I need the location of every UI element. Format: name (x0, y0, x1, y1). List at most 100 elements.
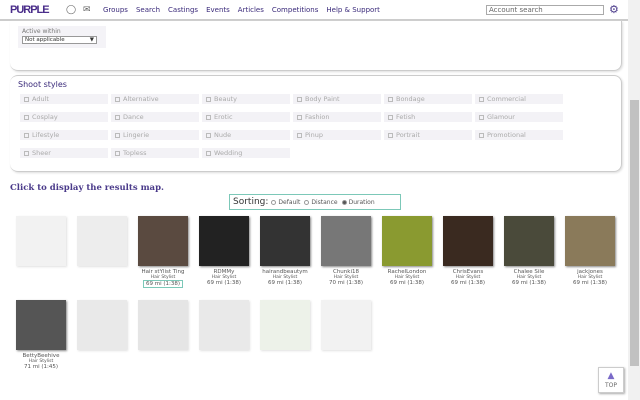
style-checkbox[interactable]: Promotional (475, 130, 563, 140)
profile-photo[interactable] (16, 300, 66, 350)
checkbox-icon[interactable] (115, 151, 120, 156)
profile-photo[interactable] (504, 216, 554, 266)
profile-photo[interactable] (321, 300, 371, 350)
radio-icon[interactable] (271, 199, 277, 205)
style-checkbox[interactable]: Lifestyle (20, 130, 108, 140)
style-checkbox[interactable]: Pinup (293, 130, 381, 140)
nav-link[interactable]: Castings (168, 6, 198, 14)
style-checkbox[interactable]: Lingerie (111, 130, 199, 140)
profile-photo[interactable] (443, 216, 493, 266)
style-checkbox[interactable]: Alternative (111, 94, 199, 104)
style-checkbox[interactable]: Nude (202, 130, 290, 140)
result-card[interactable]: Chalee Sile Hair Stylist 69 mi (1:38) (500, 216, 558, 286)
profile-photo[interactable] (260, 216, 310, 266)
sort-option[interactable]: Duration (341, 199, 375, 206)
radio-icon[interactable] (304, 199, 310, 205)
chat-icon[interactable]: ◯ (66, 5, 76, 15)
style-label: Lingerie (123, 131, 150, 139)
style-checkbox[interactable]: Fetish (384, 112, 472, 122)
style-checkbox[interactable]: Sheer (20, 148, 108, 158)
checkbox-icon[interactable] (24, 133, 29, 138)
profile-photo[interactable] (77, 300, 127, 350)
style-checkbox[interactable]: Fashion (293, 112, 381, 122)
result-card[interactable] (317, 300, 375, 353)
result-card[interactable] (195, 300, 253, 353)
nav-link[interactable]: Competitions (272, 6, 318, 14)
style-checkbox[interactable]: Cosplay (20, 112, 108, 122)
profile-photo[interactable] (260, 300, 310, 350)
profile-photo[interactable] (199, 300, 249, 350)
checkbox-icon[interactable] (388, 97, 393, 102)
checkbox-icon[interactable] (388, 133, 393, 138)
profile-photo[interactable] (77, 216, 127, 266)
checkbox-icon[interactable] (24, 97, 29, 102)
back-to-top-button[interactable]: ▲ TOP (598, 367, 624, 393)
result-card[interactable] (12, 216, 70, 269)
arrow-up-icon: ▲ (607, 371, 615, 381)
checkbox-icon[interactable] (297, 115, 302, 120)
result-card[interactable]: BettyBeehive Hair Stylist 71 mi (1:45) (12, 300, 70, 370)
result-card[interactable]: Hair stYlist Ting Hair Stylist 69 mi (1:38… (134, 216, 192, 288)
style-checkbox[interactable]: Bondage (384, 94, 472, 104)
checkbox-icon[interactable] (206, 151, 211, 156)
gear-icon[interactable]: ⚙ (609, 3, 619, 16)
style-checkbox[interactable]: Commercial (475, 94, 563, 104)
result-card[interactable] (256, 300, 314, 353)
result-card[interactable]: jackjones Hair Stylist 69 mi (1:38) (561, 216, 619, 286)
checkbox-icon[interactable] (388, 115, 393, 120)
result-card[interactable]: hairandbeautym Hair Stylist 69 mi (1:38) (256, 216, 314, 286)
profile-photo[interactable] (382, 216, 432, 266)
mail-icon[interactable]: ✉ (83, 5, 91, 15)
style-checkbox[interactable]: Body Paint (293, 94, 381, 104)
style-checkbox[interactable]: Wedding (202, 148, 290, 158)
result-card[interactable]: RachelLondon Hair Stylist 69 mi (1:38) (378, 216, 436, 286)
checkbox-icon[interactable] (479, 97, 484, 102)
sorting-box: Sorting: Default Distance Duration (229, 194, 401, 210)
style-checkbox[interactable]: Topless (111, 148, 199, 158)
result-card[interactable] (73, 300, 131, 353)
profile-photo[interactable] (199, 216, 249, 266)
result-card[interactable]: RDMMy Hair Stylist 69 mi (1:38) (195, 216, 253, 286)
style-checkbox[interactable]: Beauty (202, 94, 290, 104)
profile-photo[interactable] (565, 216, 615, 266)
profile-photo[interactable] (138, 216, 188, 266)
account-search-input[interactable]: Account search (486, 5, 604, 15)
style-checkbox[interactable]: Portrait (384, 130, 472, 140)
checkbox-icon[interactable] (24, 151, 29, 156)
result-card[interactable]: ChrisEvans Hair Stylist 69 mi (1:38) (439, 216, 497, 286)
checkbox-icon[interactable] (115, 115, 120, 120)
result-card[interactable] (134, 300, 192, 353)
nav-link[interactable]: Events (206, 6, 230, 14)
profile-photo[interactable] (16, 216, 66, 266)
checkbox-icon[interactable] (206, 97, 211, 102)
nav-link[interactable]: Groups (103, 6, 128, 14)
sort-option[interactable]: Distance (304, 199, 338, 206)
style-checkbox[interactable]: Dance (111, 112, 199, 122)
nav-link[interactable]: Articles (238, 6, 264, 14)
nav-link[interactable]: Search (136, 6, 160, 14)
checkbox-icon[interactable] (206, 133, 211, 138)
style-checkbox[interactable]: Glamour (475, 112, 563, 122)
nav-link[interactable]: Help & Support (326, 6, 380, 14)
profile-photo[interactable] (138, 300, 188, 350)
style-checkbox[interactable]: Erotic (202, 112, 290, 122)
result-card[interactable]: Chunki18 Hair Stylist 70 mi (1:38) (317, 216, 375, 286)
checkbox-icon[interactable] (297, 97, 302, 102)
results-map-link[interactable]: Click to display the results map. (10, 183, 164, 193)
checkbox-icon[interactable] (297, 133, 302, 138)
sort-option[interactable]: Default (271, 199, 300, 206)
profile-distance: 71 mi (1:45) (23, 364, 59, 370)
scrollbar-thumb[interactable] (630, 100, 639, 366)
profile-photo[interactable] (321, 216, 371, 266)
active-within-select[interactable]: Not applicable ▼ (22, 36, 97, 44)
checkbox-icon[interactable] (24, 115, 29, 120)
checkbox-icon[interactable] (479, 133, 484, 138)
checkbox-icon[interactable] (115, 133, 120, 138)
checkbox-icon[interactable] (115, 97, 120, 102)
result-card[interactable] (73, 216, 131, 269)
style-checkbox[interactable]: Adult (20, 94, 108, 104)
logo[interactable]: PURPLE (10, 4, 50, 16)
radio-icon[interactable] (341, 199, 347, 205)
checkbox-icon[interactable] (206, 115, 211, 120)
checkbox-icon[interactable] (479, 115, 484, 120)
